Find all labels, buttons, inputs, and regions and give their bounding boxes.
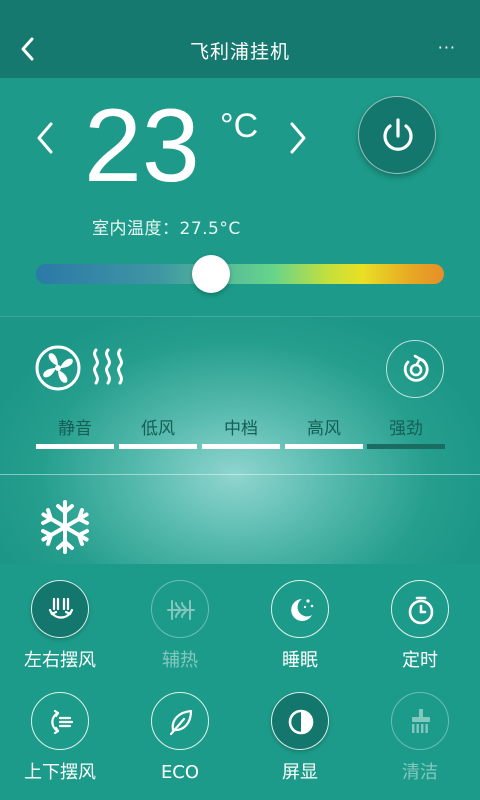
rotate-icon bbox=[403, 354, 429, 382]
fan-icon[interactable] bbox=[34, 344, 82, 392]
power-button[interactable] bbox=[358, 96, 436, 174]
function-label: ECO bbox=[160, 762, 200, 783]
temperature-unit: °C bbox=[220, 107, 259, 145]
decrease-temp-button[interactable] bbox=[34, 120, 56, 156]
clean-brush-icon bbox=[412, 709, 430, 733]
sleep-button[interactable]: 睡眠 bbox=[244, 580, 356, 672]
fan-speed-turbo[interactable]: 强劲 bbox=[367, 418, 445, 452]
fan-speed-bar bbox=[202, 444, 280, 449]
power-icon bbox=[383, 118, 413, 151]
function-label: 清洁 bbox=[402, 762, 438, 783]
target-temperature: 23 bbox=[84, 88, 200, 204]
heat-waves-icon bbox=[93, 348, 123, 385]
fan-speed-bar bbox=[119, 444, 197, 449]
function-label: 屏显 bbox=[282, 762, 318, 783]
fan-speed-bar bbox=[36, 444, 114, 449]
function-circle[interactable] bbox=[391, 580, 449, 638]
function-circle[interactable] bbox=[151, 580, 209, 638]
temperature-panel: 23 °C 室内温度：27.5°C bbox=[0, 78, 480, 316]
fan-speed-high[interactable]: 高风 bbox=[285, 418, 363, 452]
fan-speed-low[interactable]: 低风 bbox=[119, 418, 197, 452]
aux-heat-icon bbox=[167, 600, 195, 620]
fan-speed-label: 强劲 bbox=[389, 419, 423, 439]
leaf-icon bbox=[169, 709, 193, 736]
display-icon bbox=[288, 709, 314, 735]
chevron-right-icon bbox=[290, 122, 306, 154]
snowflake-icon bbox=[41, 500, 89, 554]
swing-vertical-button[interactable]: 上下摆风 bbox=[4, 692, 116, 784]
function-circle[interactable] bbox=[271, 692, 329, 750]
swing-horizontal-icon bbox=[48, 597, 74, 619]
swing-vertical-icon bbox=[51, 709, 74, 735]
increase-temp-button[interactable] bbox=[287, 120, 309, 156]
sleep-moon-icon bbox=[291, 599, 314, 621]
fan-speed-label: 中档 bbox=[224, 419, 258, 439]
fan-speed-silent[interactable]: 静音 bbox=[36, 418, 114, 452]
divider bbox=[0, 316, 480, 317]
chevron-left-icon bbox=[37, 122, 53, 154]
fan-speed-medium[interactable]: 中档 bbox=[202, 418, 280, 452]
indoor-temperature: 室内温度：27.5°C bbox=[92, 214, 241, 239]
page-title: 飞利浦挂机 bbox=[189, 41, 290, 63]
fan-speed-label: 静音 bbox=[58, 419, 92, 439]
fan-speed-bar bbox=[367, 444, 445, 449]
swing-horizontal-button[interactable]: 左右摆风 bbox=[4, 580, 116, 672]
app-header: 飞利浦挂机 ··· bbox=[0, 0, 480, 78]
indoor-temperature-value: 27.5°C bbox=[179, 219, 241, 239]
function-circle[interactable] bbox=[31, 692, 89, 750]
mode-switch-button[interactable] bbox=[386, 340, 444, 398]
function-label: 上下摆风 bbox=[24, 762, 96, 783]
fan-speed-bar bbox=[285, 444, 363, 449]
eco-button[interactable]: ECO bbox=[124, 692, 236, 784]
clean-button[interactable]: 清洁 bbox=[364, 692, 476, 784]
indoor-temperature-label: 室内温度： bbox=[92, 219, 180, 239]
function-label: 定时 bbox=[402, 650, 438, 671]
fan-speed-label: 高风 bbox=[307, 419, 341, 439]
function-label: 辅热 bbox=[162, 650, 198, 671]
function-circle[interactable] bbox=[31, 580, 89, 638]
function-circle[interactable] bbox=[271, 580, 329, 638]
temperature-slider-thumb[interactable] bbox=[192, 255, 231, 293]
divider bbox=[0, 474, 480, 475]
timer-button[interactable]: 定时 bbox=[364, 580, 476, 672]
function-circle[interactable] bbox=[391, 692, 449, 750]
timer-icon bbox=[408, 596, 434, 625]
temperature-slider-track[interactable] bbox=[36, 264, 444, 284]
display-button[interactable]: 屏显 bbox=[244, 692, 356, 784]
function-label: 左右摆风 bbox=[24, 650, 96, 671]
function-label: 睡眠 bbox=[282, 650, 318, 671]
function-circle[interactable] bbox=[151, 692, 209, 750]
more-menu-button[interactable]: ··· bbox=[438, 38, 456, 57]
aux-heat-button[interactable]: 辅热 bbox=[124, 580, 236, 672]
fan-speed-label: 低风 bbox=[141, 419, 175, 439]
